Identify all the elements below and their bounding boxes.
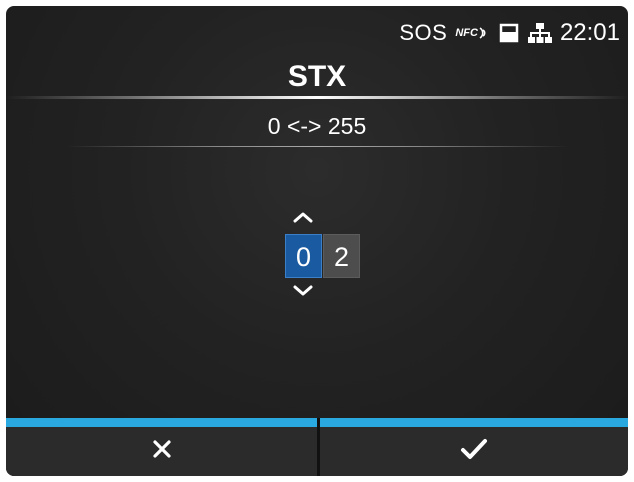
close-icon [151, 438, 173, 465]
chevron-up-icon[interactable] [292, 210, 314, 224]
cancel-button[interactable] [6, 418, 317, 476]
memory-card-icon [498, 22, 520, 44]
printer-screen: SOS NFC 22:01 STX 0 <-> 255 0 2 [6, 6, 628, 476]
page-title: STX [287, 60, 347, 93]
digit-ones[interactable]: 2 [323, 234, 360, 278]
value-range: 0 <-> 255 [267, 113, 367, 139]
nfc-label: NFC [455, 27, 478, 39]
chevron-down-icon[interactable] [292, 284, 314, 298]
status-bar: SOS NFC 22:01 [399, 18, 620, 48]
range-divider [66, 146, 568, 147]
confirm-button[interactable] [320, 418, 628, 476]
clock: 22:01 [559, 19, 620, 46]
checkmark-icon [460, 437, 488, 466]
sos-indicator: SOS [399, 20, 448, 45]
nfc-icon: NFC [455, 26, 490, 40]
title-divider [6, 96, 628, 99]
digit-tens-selected[interactable]: 0 [285, 234, 322, 278]
network-icon [527, 22, 552, 44]
